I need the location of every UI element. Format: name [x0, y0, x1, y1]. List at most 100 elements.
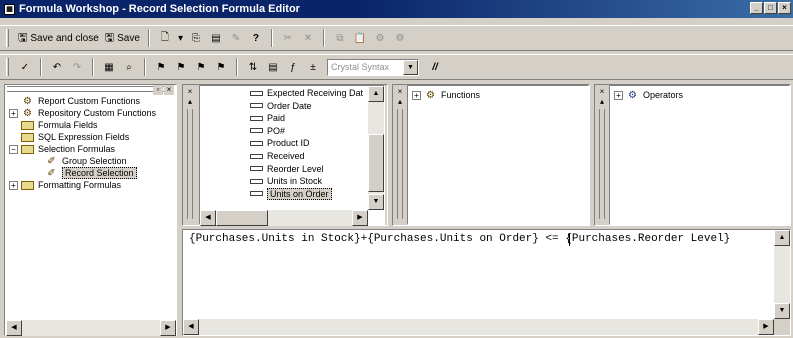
syntax-combo[interactable]: Crystal Syntax ▼ [327, 58, 419, 76]
bookmark-clear-icon: ⚑ [216, 61, 226, 73]
field-icon [250, 140, 263, 146]
field-item[interactable]: Reorder Level [250, 163, 324, 175]
bookmark-next-button[interactable]: ⚑ [171, 57, 191, 77]
field-item[interactable]: Order Date [250, 100, 312, 112]
delete-button[interactable]: ✕ [298, 28, 318, 48]
panel-grip [397, 109, 403, 219]
bookmark-toggle-button[interactable]: ⚑ [151, 57, 171, 77]
delete-icon: ✕ [303, 32, 313, 44]
maximize-button[interactable]: □ [764, 2, 777, 14]
scroll-right-button[interactable]: ▶ [160, 320, 176, 336]
rename-button[interactable]: ⎘ [186, 28, 206, 48]
expand-icon[interactable]: + [614, 90, 623, 100]
tree-item[interactable]: SQL Expression Fields [9, 131, 129, 143]
tree-item[interactable]: + Formatting Formulas [9, 179, 121, 191]
restore-icon[interactable]: ▴ [395, 97, 405, 107]
field-item[interactable]: Expected Receiving Dat [250, 87, 363, 99]
field-label: Reorder Level [267, 163, 324, 174]
expand-icon[interactable]: + [9, 108, 18, 118]
scroll-thumb[interactable] [216, 210, 268, 226]
show-operators-button[interactable]: ± [303, 57, 323, 77]
tree-item[interactable]: − Selection Formulas [9, 143, 115, 155]
collapse-button[interactable]: ⚙ [390, 28, 410, 48]
close-icon[interactable]: × [597, 87, 607, 97]
help-icon: ? [252, 32, 260, 44]
comment-button[interactable]: // [425, 57, 445, 77]
toolbar-main: 🖫 Save and close 🖫 Save 🗋 ▾ ⎘ ▤ ✎ ? ✂ ✕ … [0, 25, 793, 51]
find-button[interactable]: ⌕ [119, 57, 139, 77]
sort-tree-button[interactable]: ⇅ [243, 57, 263, 77]
field-item[interactable]: Received [250, 150, 305, 162]
tool-icon: ⚙ [375, 32, 385, 44]
close-icon[interactable]: × [395, 87, 405, 97]
bookmark-prev-button[interactable]: ⚑ [191, 57, 211, 77]
paste-button[interactable]: 📋 [350, 28, 370, 48]
close-icon[interactable]: × [185, 87, 195, 97]
scroll-up-button[interactable]: ▲ [774, 230, 790, 246]
new-button[interactable]: 🗋 [155, 28, 175, 48]
collapse-icon[interactable]: − [9, 144, 18, 154]
expand-icon[interactable]: + [9, 180, 18, 190]
field-item[interactable]: PO# [250, 125, 285, 137]
check-button[interactable]: ✓ [15, 57, 35, 77]
tree-item[interactable]: ⚙ Report Custom Functions [9, 95, 140, 107]
help-button[interactable]: ? [246, 28, 266, 48]
tree-item[interactable]: + ⚙ Repository Custom Functions [9, 107, 156, 119]
close-button[interactable]: × [778, 2, 791, 14]
restore-icon[interactable]: ▴ [185, 97, 195, 107]
scroll-left-button[interactable]: ◀ [6, 320, 22, 336]
redo-button[interactable]: ↷ [67, 57, 87, 77]
new-dropdown-button[interactable]: ▾ [175, 28, 186, 48]
fields-panel: × ▴ Expected Receiving Dat Order Date Paid… [182, 84, 388, 226]
expand-button[interactable]: ⚙ [370, 28, 390, 48]
tree-item[interactable]: Formula Fields [9, 119, 98, 131]
edit-button[interactable]: ✎ [226, 28, 246, 48]
tree-item-label: SQL Expression Fields [38, 132, 130, 142]
cut-button[interactable]: ✂ [278, 28, 298, 48]
size-grip[interactable] [774, 319, 790, 335]
field-label: Units in Stock [267, 176, 323, 187]
expand-icon[interactable]: + [412, 90, 421, 100]
folder-icon [21, 144, 34, 154]
functions-root[interactable]: + ⚙ Functions [412, 89, 480, 101]
scroll-left-button[interactable]: ◀ [183, 319, 199, 335]
browse-data-button[interactable]: ▦ [99, 57, 119, 77]
horizontal-scrollbar[interactable] [22, 320, 161, 336]
formula-text[interactable]: {Purchases.Units in Stock}+{Purchases.Un… [189, 233, 730, 245]
scroll-thumb[interactable] [368, 134, 384, 192]
redo-icon: ↷ [72, 61, 82, 73]
tree-item-label: Group Selection [62, 156, 127, 166]
scroll-right-button[interactable]: ▶ [758, 319, 774, 335]
field-item[interactable]: Units on Order [250, 187, 332, 200]
chevron-down-icon[interactable]: ▼ [403, 59, 418, 75]
bookmark-clear-button[interactable]: ⚑ [211, 57, 231, 77]
save-and-close-button[interactable]: 🖫 Save and close [15, 28, 102, 48]
check-formula-icon: ✓ [20, 61, 30, 73]
close-icon[interactable]: × [164, 85, 174, 95]
scroll-right-button[interactable]: ▶ [352, 210, 368, 226]
copy-button[interactable]: ⧉ [330, 28, 350, 48]
tree-item[interactable]: ✐ Group Selection [33, 155, 127, 167]
horizontal-scrollbar[interactable] [199, 319, 774, 335]
scroll-down-button[interactable]: ▼ [368, 194, 384, 210]
undo-button[interactable]: ↶ [47, 57, 67, 77]
properties-button[interactable]: ▤ [206, 28, 226, 48]
show-fields-button[interactable]: ▤ [263, 57, 283, 77]
show-functions-button[interactable]: ƒ [283, 57, 303, 77]
custom-function-icon: ⚙ [23, 95, 32, 107]
restore-icon[interactable]: ▫ [153, 85, 163, 95]
scroll-down-button[interactable]: ▼ [774, 303, 790, 319]
save-button[interactable]: 🖫 Save [102, 28, 143, 48]
field-item[interactable]: Product ID [250, 137, 310, 149]
restore-icon[interactable]: ▴ [597, 97, 607, 107]
field-label: Order Date [267, 100, 312, 111]
operators-root[interactable]: + ⚙ Operators [614, 89, 683, 101]
minimize-button[interactable]: _ [750, 2, 763, 14]
scroll-up-button[interactable]: ▲ [368, 86, 384, 102]
field-item[interactable]: Paid [250, 112, 285, 124]
field-item[interactable]: Units in Stock [250, 175, 322, 187]
formula-editor[interactable]: {Purchases.Units in Stock}+{Purchases.Un… [182, 229, 791, 336]
new-document-icon: 🗋 [160, 31, 169, 43]
tree-item[interactable]: ✐ Record Selection [33, 167, 137, 179]
scroll-left-button[interactable]: ◀ [200, 210, 216, 226]
